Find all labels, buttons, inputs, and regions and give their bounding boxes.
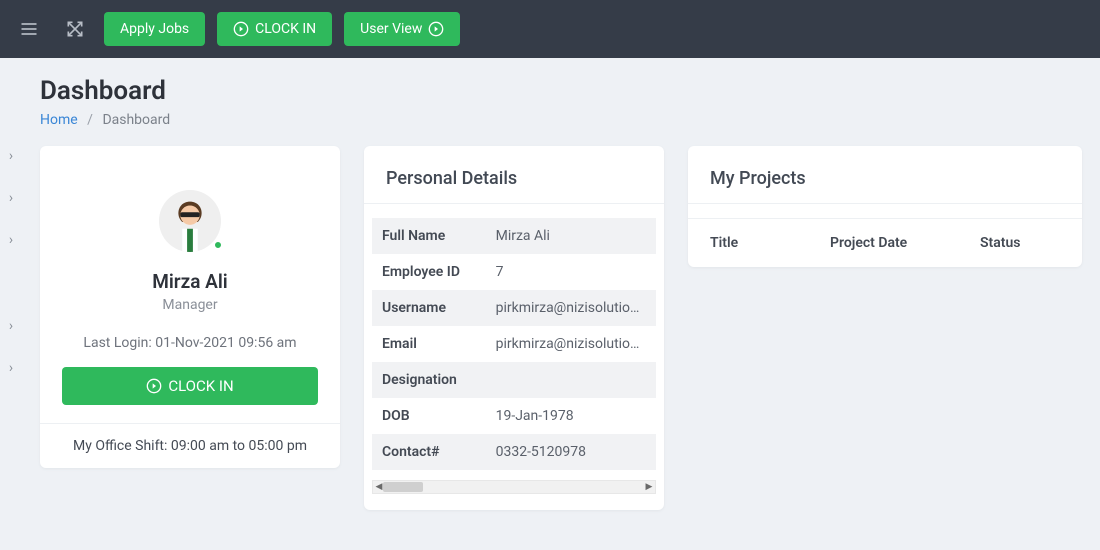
profile-name: Mirza Ali — [62, 270, 318, 293]
projects-col-title: Title — [710, 235, 830, 251]
topbar: Apply Jobs CLOCK IN User View — [0, 0, 1100, 58]
projects-table-header: Title Project Date Status — [688, 218, 1082, 267]
detail-value: 7 — [486, 254, 656, 290]
office-shift-text: My Office Shift: 09:00 am to 05:00 pm — [40, 423, 340, 468]
breadcrumb: Home / Dashboard — [40, 112, 1082, 128]
detail-value — [486, 362, 656, 398]
detail-value: 0332-5120978 — [486, 434, 656, 470]
detail-label: Contact# — [372, 434, 486, 470]
breadcrumb-current: Dashboard — [102, 112, 170, 128]
chevron-right-icon[interactable]: › — [9, 190, 13, 206]
page-title: Dashboard — [40, 76, 1082, 106]
avatar-wrap — [159, 190, 221, 252]
user-view-label: User View — [360, 21, 422, 37]
scrollbar-thumb[interactable] — [383, 482, 423, 492]
detail-value: Mirza Ali — [486, 218, 656, 254]
chevron-right-icon[interactable]: › — [9, 318, 13, 334]
chevron-right-icon[interactable]: › — [9, 148, 13, 164]
last-login-text: Last Login: 01-Nov-2021 09:56 am — [62, 335, 318, 351]
apply-jobs-button[interactable]: Apply Jobs — [104, 12, 205, 46]
detail-value: pirkmirza@nizisolutions.com — [486, 326, 656, 362]
arrow-circle-right-icon — [146, 378, 162, 394]
detail-label: Employee ID — [372, 254, 486, 290]
status-online-dot — [213, 240, 223, 250]
detail-label: Designation — [372, 362, 486, 398]
clock-in-label: CLOCK IN — [168, 377, 233, 395]
detail-row: Emailpirkmirza@nizisolutions.com — [372, 326, 656, 362]
chevron-right-icon[interactable]: › — [9, 360, 13, 376]
detail-row: DOB19-Jan-1978 — [372, 398, 656, 434]
detail-row: Employee ID7 — [372, 254, 656, 290]
detail-label: Username — [372, 290, 486, 326]
detail-label: Email — [372, 326, 486, 362]
horizontal-scrollbar[interactable]: ◀ ▶ — [372, 480, 656, 494]
clock-in-top-label: CLOCK IN — [255, 21, 316, 37]
detail-value: 19-Jan-1978 — [486, 398, 656, 434]
arrow-circle-right-icon — [428, 21, 444, 37]
my-projects-card: My Projects Title Project Date Status — [688, 146, 1082, 267]
sidebar-rail: › › › › › — [0, 58, 22, 550]
breadcrumb-separator: / — [87, 112, 93, 128]
chevron-right-icon[interactable]: › — [9, 232, 13, 248]
detail-label: Full Name — [372, 218, 486, 254]
scroll-right-icon[interactable]: ▶ — [643, 481, 655, 493]
page-content: Dashboard Home / Dashboard — [0, 58, 1100, 510]
breadcrumb-home-link[interactable]: Home — [40, 112, 78, 128]
detail-value: pirkmirza@nizisolutions.com — [486, 290, 656, 326]
projects-col-date: Project Date — [830, 235, 980, 251]
detail-row: Usernamepirkmirza@nizisolutions.com — [372, 290, 656, 326]
arrow-circle-right-icon — [233, 21, 249, 37]
personal-details-table: Full NameMirza AliEmployee ID7Usernamepi… — [372, 218, 656, 470]
personal-details-title: Personal Details — [364, 168, 664, 204]
personal-details-card: Personal Details Full NameMirza AliEmplo… — [364, 146, 664, 510]
detail-label: DOB — [372, 398, 486, 434]
clock-in-top-button[interactable]: CLOCK IN — [217, 12, 332, 46]
user-view-button[interactable]: User View — [344, 12, 460, 46]
projects-col-status: Status — [980, 235, 1060, 251]
detail-row: Designation — [372, 362, 656, 398]
clock-in-button[interactable]: CLOCK IN — [62, 367, 318, 405]
my-projects-title: My Projects — [688, 168, 1082, 204]
profile-card: Mirza Ali Manager Last Login: 01-Nov-202… — [40, 146, 340, 468]
detail-row: Full NameMirza Ali — [372, 218, 656, 254]
fullscreen-icon[interactable] — [58, 12, 92, 46]
avatar — [159, 190, 221, 252]
detail-row: Contact#0332-5120978 — [372, 434, 656, 470]
menu-icon[interactable] — [12, 12, 46, 46]
profile-role: Manager — [62, 297, 318, 313]
